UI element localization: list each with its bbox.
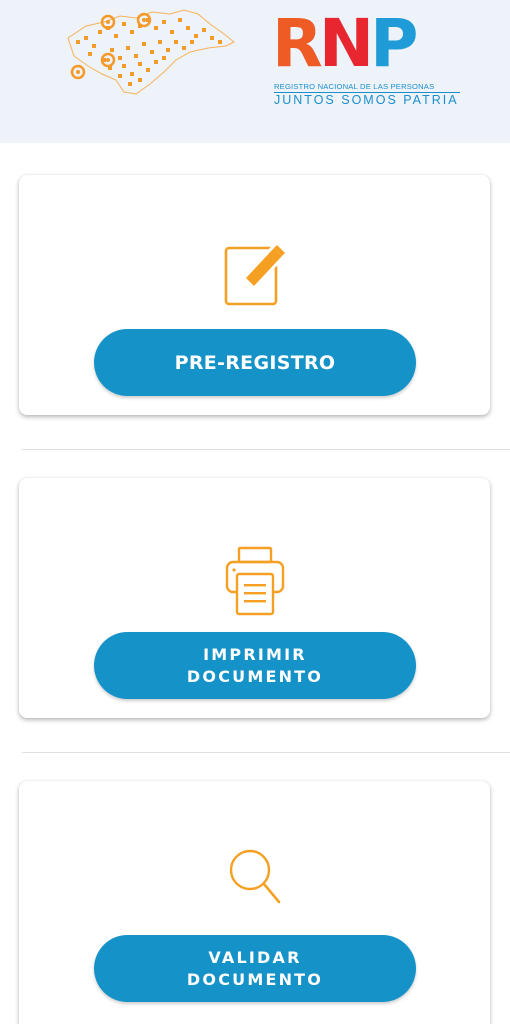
- card-pre-registro: PRE-REGISTRO: [19, 175, 490, 415]
- app-header: RNP REGISTRO NACIONAL DE LAS PERSONAS JU…: [0, 0, 510, 143]
- imprimir-documento-line-1: IMPRIMIR: [203, 644, 307, 664]
- printer-icon: [225, 546, 284, 616]
- rnp-letter-n: N: [318, 5, 374, 82]
- divider: [22, 449, 510, 450]
- divider: [22, 752, 510, 753]
- rnp-logo-tagline: JUNTOS SOMOS PATRIA: [274, 93, 459, 107]
- validar-documento-line-1: VALIDAR: [208, 947, 302, 967]
- rnp-logo: RNP REGISTRO NACIONAL DE LAS PERSONAS JU…: [272, 8, 462, 108]
- card-imprimir-documento: IMPRIMIR DOCUMENTO: [19, 478, 490, 718]
- validar-documento-label: VALIDAR DOCUMENTO: [187, 947, 323, 991]
- honduras-qr-map-icon: [67, 9, 235, 95]
- imprimir-documento-label: IMPRIMIR DOCUMENTO: [187, 644, 323, 688]
- rnp-letter-r: R: [272, 5, 323, 82]
- card-validar-documento: VALIDAR DOCUMENTO: [19, 781, 490, 1024]
- validar-documento-line-2: DOCUMENTO: [186, 969, 324, 989]
- magnifier-icon: [229, 849, 280, 904]
- edit-icon: [224, 243, 286, 306]
- imprimir-documento-button[interactable]: IMPRIMIR DOCUMENTO: [94, 632, 416, 699]
- imprimir-documento-line-2: DOCUMENTO: [186, 666, 324, 686]
- rnp-logo-letters: RNP: [272, 5, 418, 82]
- validar-documento-button[interactable]: VALIDAR DOCUMENTO: [94, 935, 416, 1002]
- rnp-logo-subtitle: REGISTRO NACIONAL DE LAS PERSONAS: [274, 82, 460, 93]
- pre-registro-label: PRE-REGISTRO: [174, 351, 336, 374]
- pre-registro-button[interactable]: PRE-REGISTRO: [94, 329, 416, 396]
- rnp-letter-p: P: [370, 5, 418, 82]
